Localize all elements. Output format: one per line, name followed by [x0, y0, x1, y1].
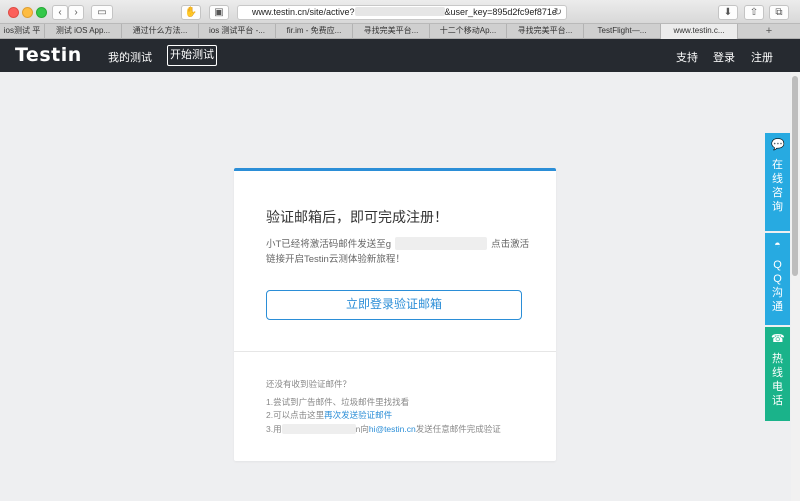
plus-icon: + — [765, 25, 773, 37]
divider — [234, 351, 556, 352]
faq-item-2: 2.可以点击这里再次发送验证邮件 — [266, 409, 392, 421]
nav-my-tests[interactable]: 我的测试 — [108, 49, 152, 65]
tab[interactable]: ios测试 平 — [0, 24, 45, 39]
testin-logo[interactable]: Testin — [15, 44, 82, 66]
faq-title: 还没有收到验证邮件？ — [266, 379, 352, 389]
chevron-right-icon: › — [74, 7, 78, 18]
redacted-text — [354, 7, 445, 16]
tab[interactable]: 测试 iOS App... — [45, 24, 122, 39]
tab[interactable]: ios 测试平台 -... — [199, 24, 276, 39]
phone-icon: ☎ — [771, 333, 785, 345]
faq-item-1: 1.尝试到广告邮件、垃圾邮件里找找看 — [266, 397, 410, 407]
card-title: 验证邮箱后，即可完成注册！ — [266, 209, 448, 225]
site-header: Testin 我的测试 开始测试 支持 登录 注册 — [0, 39, 800, 72]
page-scrollbar[interactable] — [791, 72, 800, 501]
url-suffix: &user_key=895d2fc9ef871e — [444, 7, 557, 17]
nav-support[interactable]: 支持 — [676, 49, 698, 65]
back-button[interactable]: ‹ — [52, 5, 68, 20]
sidebar-toggle-button[interactable]: ▭ — [91, 5, 113, 20]
extension-button[interactable]: ▣ — [209, 5, 229, 20]
minimize-window-button[interactable] — [22, 7, 33, 18]
forward-button[interactable]: › — [68, 5, 84, 20]
faq-3-middle: n向 — [355, 424, 369, 434]
sidebar-icon: ▭ — [97, 7, 107, 18]
start-test-button[interactable]: 开始测试 — [167, 45, 217, 66]
browser-toolbar: ‹ › ▭ ✋ ▣ www.testin.cn/site/active? &use… — [0, 0, 800, 24]
nav-login[interactable]: 登录 — [713, 49, 735, 65]
tab[interactable]: fir.im - 免费应... — [276, 24, 353, 39]
tab-bar: ios测试 平 测试 iOS App... 通过什么方法... ios 测试平台… — [0, 24, 800, 39]
tab[interactable]: 十二个移动Ap... — [430, 24, 507, 39]
description-start: 小T已经将激活码邮件发送至g — [266, 239, 392, 250]
tab[interactable]: 寻找完美平台... — [507, 24, 584, 39]
close-window-button[interactable] — [8, 7, 19, 18]
qq-label: QQ沟通 — [772, 259, 783, 313]
tab[interactable]: 通过什么方法... — [122, 24, 199, 39]
download-icon: ⬇ — [723, 7, 733, 18]
faq-2-text: 2.可以点击这里 — [266, 410, 325, 420]
share-button[interactable]: ⇧ — [744, 5, 764, 20]
resend-email-link[interactable]: 再次发送验证邮件 — [324, 410, 392, 420]
redacted-email — [395, 237, 488, 250]
tab[interactable]: 寻找完美平台... — [353, 24, 430, 39]
qq-widget[interactable]: ◓ QQ沟通 — [765, 233, 790, 325]
support-email-link[interactable]: hi@testin.cn — [369, 424, 416, 434]
online-chat-label: 在线咨询 — [772, 159, 783, 213]
reload-icon[interactable]: ↻ — [554, 6, 562, 19]
url-prefix: www.testin.cn/site/active? — [252, 7, 355, 17]
redacted-email — [281, 424, 356, 434]
new-tab-button[interactable]: + — [738, 24, 800, 38]
qq-penguin-icon: ◓ — [774, 239, 781, 251]
extension-icon: ▣ — [214, 7, 224, 18]
hand-tool-button[interactable]: ✋ — [181, 5, 201, 20]
verify-email-card: 验证邮箱后，即可完成注册！ 小T已经将激活码邮件发送至g 点击激活链接开启Test… — [234, 168, 556, 461]
faq-3-suffix: 发送任意邮件完成验证 — [415, 424, 501, 434]
faq-item-3: 3.用 n向hi@testin.cn发送任意邮件完成验证 — [266, 423, 501, 435]
tab-overview-button[interactable]: ⧉ — [769, 5, 789, 20]
nav-register[interactable]: 注册 — [751, 49, 773, 65]
hotline-widget[interactable]: ☎ 热线电话 — [765, 327, 790, 421]
card-description: 小T已经将激活码邮件发送至g 点击激活链接开启Testin云测体验新旅程！ — [266, 237, 531, 267]
tabs-icon: ⧉ — [775, 7, 783, 18]
online-chat-widget[interactable]: 💬 在线咨询 — [765, 133, 790, 231]
tab[interactable]: TestFlight—... — [584, 24, 661, 39]
chat-bubble-icon: 💬 — [771, 139, 785, 151]
hotline-label: 热线电话 — [772, 353, 783, 407]
downloads-button[interactable]: ⬇ — [718, 5, 738, 20]
tab-active[interactable]: www.testin.c... — [661, 24, 738, 39]
hand-icon: ✋ — [184, 7, 198, 18]
address-bar[interactable]: www.testin.cn/site/active? &user_key=895d… — [237, 5, 567, 20]
maximize-window-button[interactable] — [36, 7, 47, 18]
share-icon: ⇧ — [749, 7, 759, 18]
scrollbar-thumb[interactable] — [792, 76, 798, 276]
login-verify-email-button[interactable]: 立即登录验证邮箱 — [266, 290, 522, 320]
faq-3-text: 3.用 — [266, 424, 282, 434]
chevron-left-icon: ‹ — [58, 7, 62, 18]
